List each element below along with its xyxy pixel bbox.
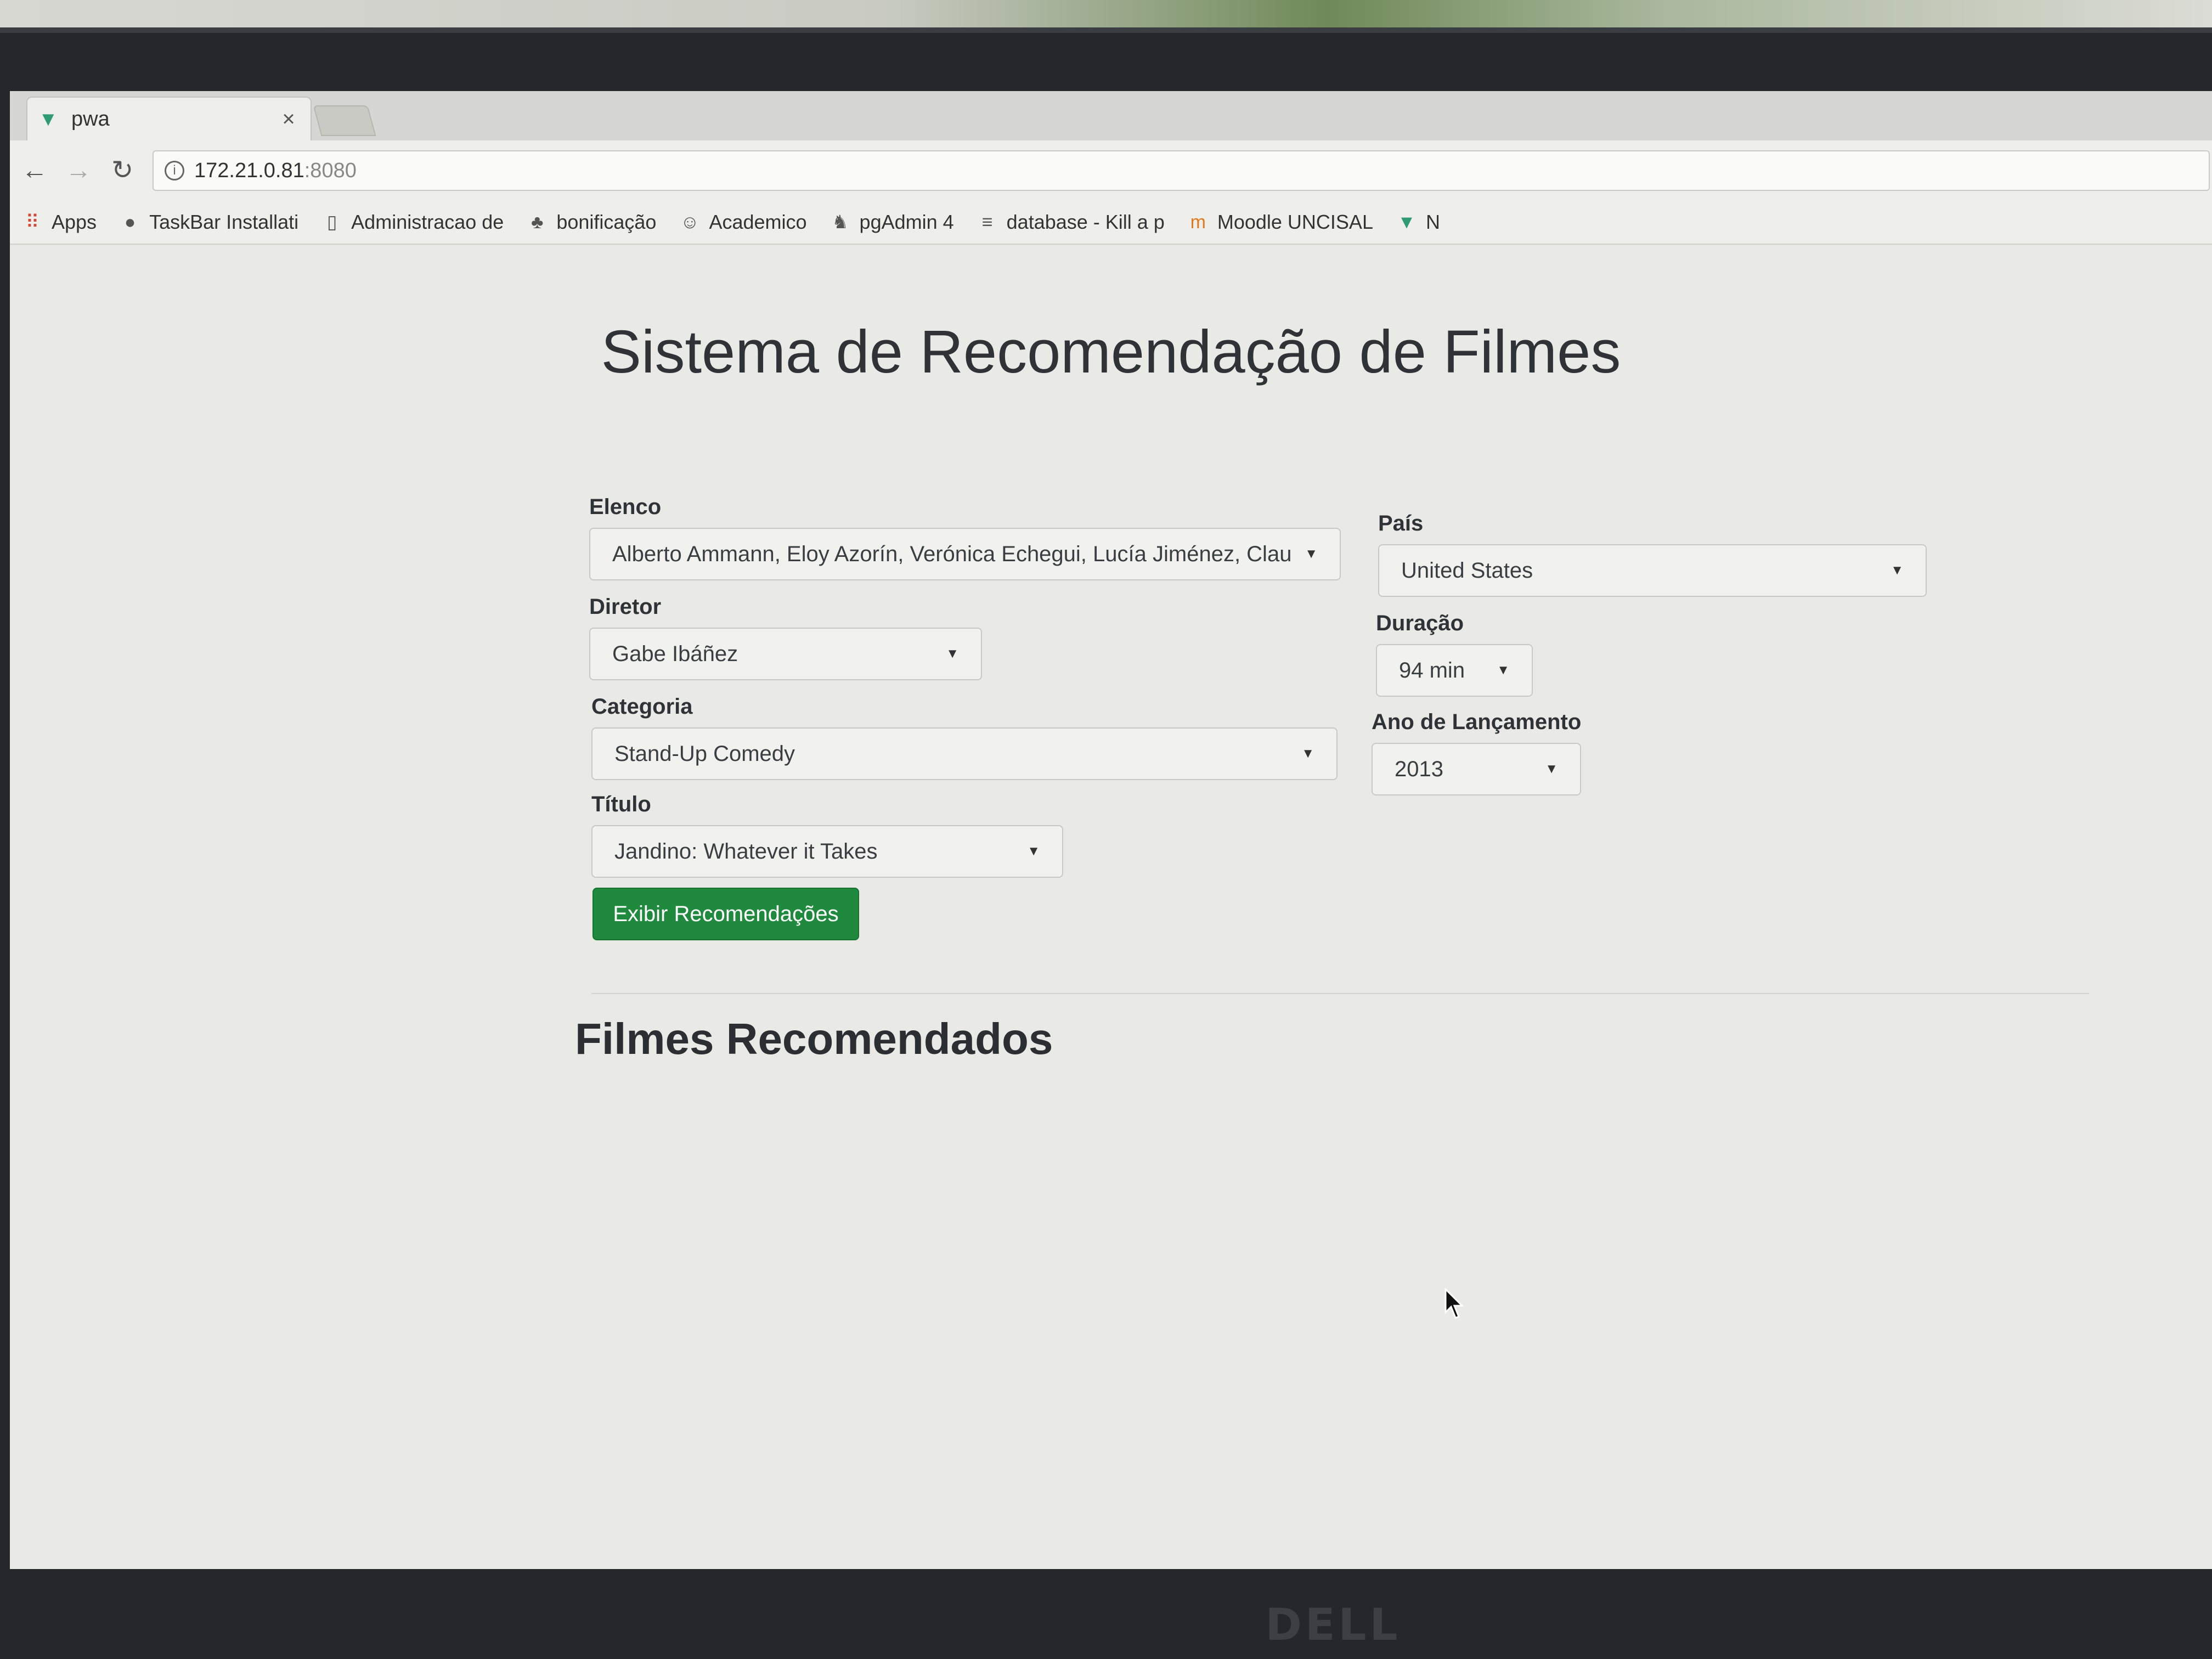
page-icon: ▯ xyxy=(326,212,337,233)
reload-icon[interactable]: ↻ xyxy=(103,151,142,190)
section-divider xyxy=(591,993,2089,994)
url-port: :8080 xyxy=(304,159,357,182)
titulo-select[interactable]: Jandino: Whatever it Takes ▼ xyxy=(591,825,1063,878)
vue-icon: ▼ xyxy=(38,108,58,130)
categoria-label: Categoria xyxy=(591,695,693,719)
diretor-label: Diretor xyxy=(589,595,662,619)
browser-window: ▼ pwa × ← → ↻ i 172.21.0.81 :8080 ⠿ Apps… xyxy=(10,91,2212,1569)
bookmark-academico[interactable]: ☺ Academico xyxy=(678,211,806,234)
vue-icon: ▼ xyxy=(1397,212,1416,233)
bookmark-taskbar[interactable]: ● TaskBar Installati xyxy=(119,211,298,234)
duracao-label: Duração xyxy=(1376,611,1464,635)
info-icon[interactable]: i xyxy=(165,161,184,180)
pais-select[interactable]: United States ▼ xyxy=(1378,544,1927,597)
close-icon[interactable]: × xyxy=(278,107,300,132)
ano-select[interactable]: 2013 ▼ xyxy=(1372,743,1581,795)
page-title: Sistema de Recomendação de Filmes xyxy=(601,318,1621,386)
page-content: Sistema de Recomendação de Filmes Elenco… xyxy=(10,246,2212,1569)
bookmark-label: database - Kill a p xyxy=(1006,211,1165,233)
bookmark-label: Administracao de xyxy=(351,211,504,233)
bookmark-label: N xyxy=(1425,211,1440,233)
bookmarks-bar: ⠿ Apps ● TaskBar Installati ▯ Administra… xyxy=(10,201,2212,245)
chevron-down-icon: ▼ xyxy=(1497,663,1510,678)
chevron-down-icon: ▼ xyxy=(1027,844,1040,859)
bonus-icon: ♣ xyxy=(531,212,544,233)
elenco-value: Alberto Ammann, Eloy Azorín, Verónica Ec… xyxy=(612,541,1292,566)
forward-arrow-icon[interactable]: → xyxy=(59,151,98,190)
new-tab-button[interactable] xyxy=(313,105,376,136)
elenco-select[interactable]: Alberto Ammann, Eloy Azorín, Verónica Ec… xyxy=(589,528,1341,580)
chevron-down-icon: ▼ xyxy=(1891,563,1904,578)
tab-title: pwa xyxy=(71,107,110,131)
bookmark-label: TaskBar Installati xyxy=(149,211,299,233)
stackoverflow-icon: ≡ xyxy=(981,212,993,233)
chevron-down-icon: ▼ xyxy=(1545,761,1558,776)
chevron-down-icon: ▼ xyxy=(1305,546,1318,561)
bookmark-label: pgAdmin 4 xyxy=(859,211,954,233)
elenco-label: Elenco xyxy=(589,495,662,519)
bookmark-label: bonificação xyxy=(556,211,657,233)
bookmark-database[interactable]: ≡ database - Kill a p xyxy=(976,211,1165,234)
tab-bar: ▼ pwa × xyxy=(10,91,2212,140)
address-bar[interactable]: i 172.21.0.81 :8080 xyxy=(153,150,2210,191)
chevron-down-icon: ▼ xyxy=(1301,746,1314,761)
results-title: Filmes Recomendados xyxy=(575,1014,1053,1063)
back-arrow-icon[interactable]: ← xyxy=(15,151,54,190)
bookmark-label: Moodle UNCISAL xyxy=(1217,211,1373,233)
diretor-value: Gabe Ibáñez xyxy=(612,641,738,666)
chevron-down-icon: ▼ xyxy=(946,646,959,661)
categoria-value: Stand-Up Comedy xyxy=(614,741,795,766)
diretor-select[interactable]: Gabe Ibáñez ▼ xyxy=(589,628,982,680)
duracao-select[interactable]: 94 min ▼ xyxy=(1376,644,1533,697)
duracao-value: 94 min xyxy=(1399,658,1465,682)
categoria-select[interactable]: Stand-Up Comedy ▼ xyxy=(591,727,1338,780)
titulo-value: Jandino: Whatever it Takes xyxy=(614,839,878,864)
moodle-icon: m xyxy=(1190,212,1206,233)
tab-pwa[interactable]: ▼ pwa × xyxy=(26,97,312,140)
bookmark-n[interactable]: ▼ N xyxy=(1395,211,1440,234)
pais-label: País xyxy=(1378,511,1424,535)
github-icon: ● xyxy=(124,212,136,233)
ano-label: Ano de Lançamento xyxy=(1372,710,1582,734)
apps-grid-icon: ⠿ xyxy=(25,212,40,233)
bookmark-apps[interactable]: ⠿ Apps xyxy=(21,211,97,234)
elephant-icon: ♞ xyxy=(832,212,849,233)
url-host: 172.21.0.81 xyxy=(194,159,304,182)
ano-value: 2013 xyxy=(1395,757,1443,781)
mouse-pointer-icon xyxy=(1444,1288,1464,1319)
bookmark-administracao[interactable]: ▯ Administracao de xyxy=(320,211,504,234)
bookmark-label: Apps xyxy=(52,211,97,233)
bookmark-moodle[interactable]: m Moodle UNCISAL xyxy=(1187,211,1373,234)
bookmark-label: Academico xyxy=(709,211,807,233)
bookmark-bonificacao[interactable]: ♣ bonificação xyxy=(526,211,656,234)
monitor-brand-logo: DELL xyxy=(1265,1599,1401,1650)
academico-icon: ☺ xyxy=(680,212,699,233)
browser-toolbar: ← → ↻ i 172.21.0.81 :8080 xyxy=(10,140,2212,201)
exibir-recomendacoes-button[interactable]: Exibir Recomendações xyxy=(592,888,859,940)
bookmark-pgadmin[interactable]: ♞ pgAdmin 4 xyxy=(829,211,954,234)
pais-value: United States xyxy=(1401,558,1533,583)
titulo-label: Título xyxy=(591,792,651,816)
